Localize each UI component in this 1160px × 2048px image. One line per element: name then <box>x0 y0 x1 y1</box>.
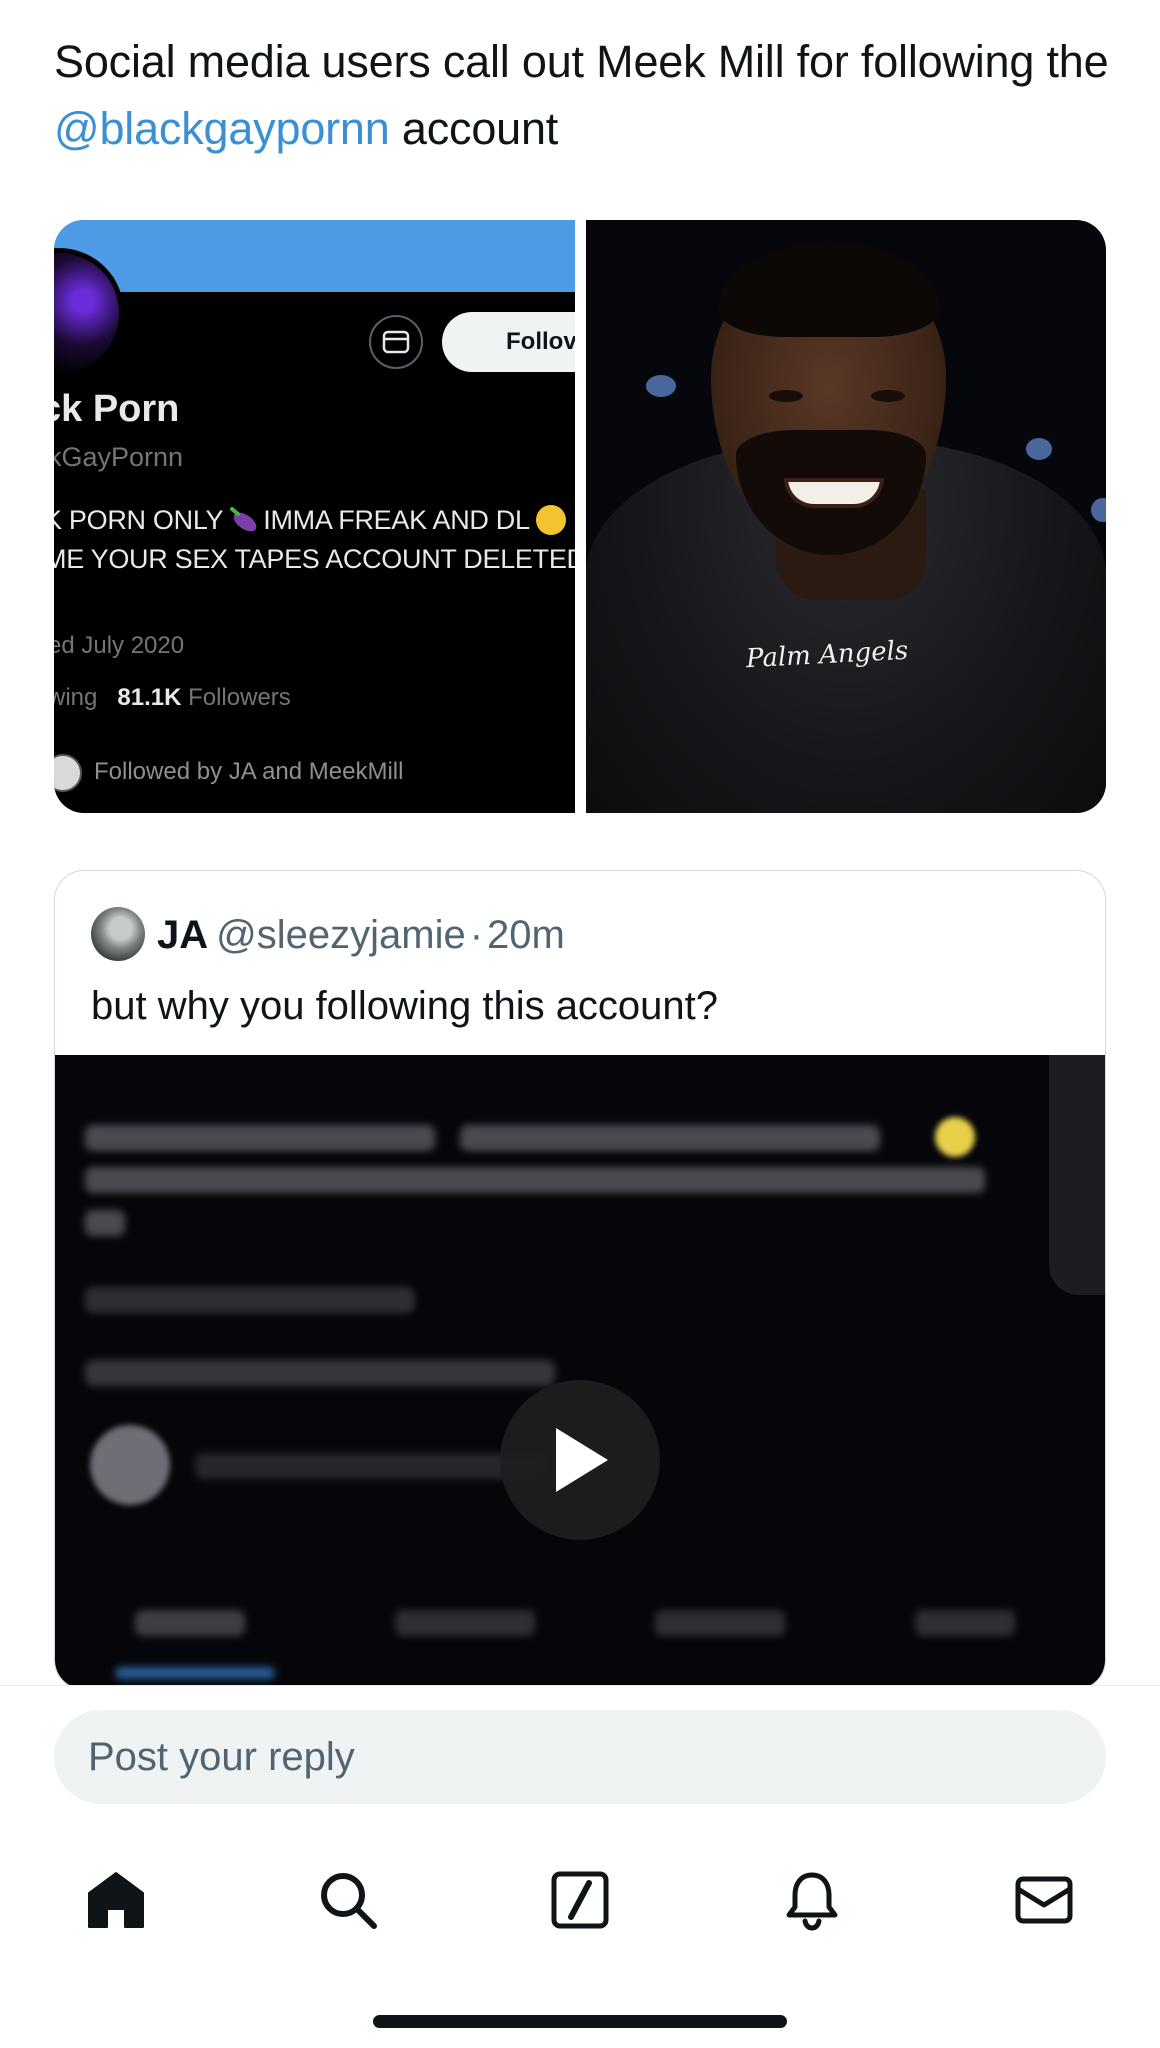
message-button <box>369 315 423 369</box>
quoted-author-name: JA <box>157 913 209 957</box>
bell-icon <box>786 1872 838 1931</box>
blurred-text <box>460 1125 880 1151</box>
eggplant-emoji-icon <box>230 507 257 532</box>
following-label: wing <box>54 684 98 711</box>
bottom-nav <box>0 1820 1160 2048</box>
blurred-text <box>85 1167 985 1193</box>
blurred-text <box>85 1287 415 1313</box>
header-separator: · <box>469 913 484 957</box>
profile-bio-line-2: ME YOUR SEX TAPES ACCOUNT DELETED <box>54 544 575 574</box>
video-side-overlay <box>1049 1055 1105 1295</box>
blurred-text <box>135 1610 245 1636</box>
home-indicator <box>373 2015 787 2028</box>
play-button[interactable] <box>500 1380 660 1540</box>
bokeh-light <box>646 375 676 397</box>
followed-by-avatar <box>54 754 82 792</box>
profile-stats: wing 81.1K Followers <box>54 684 291 712</box>
mention-link[interactable]: @blackgaypornn <box>54 103 390 154</box>
blurred-text <box>85 1360 555 1386</box>
bokeh-light <box>1026 438 1052 460</box>
tweet-text-before: Social media users call out Meek Mill fo… <box>54 36 1109 87</box>
media-image-profile-screenshot[interactable]: Follov ck Porn kGayPornn K PORN ONLY IMMA… <box>54 220 575 813</box>
shushing-emoji-icon <box>535 505 566 535</box>
followers-label: Followers <box>188 684 291 711</box>
blurred-text <box>195 1453 545 1479</box>
blurred-tab-underline <box>115 1667 275 1679</box>
hair <box>718 242 940 337</box>
blurred-text <box>915 1610 1015 1636</box>
blurred-emoji <box>935 1117 975 1157</box>
quoted-tweet[interactable]: JA @sleezyjamie · 20m but why you following… <box>54 870 1106 1690</box>
quoted-video[interactable] <box>55 1055 1105 1689</box>
bokeh-light <box>1091 498 1106 522</box>
profile-joined-date: ed July 2020 <box>54 632 185 659</box>
blurred-avatar <box>90 1425 170 1505</box>
nav-home[interactable] <box>78 1862 154 1938</box>
follow-button: Follov <box>442 312 575 372</box>
compose-icon <box>551 1871 609 1929</box>
mail-icon <box>382 330 410 354</box>
nav-search[interactable] <box>310 1862 386 1938</box>
quoted-author-handle: @sleezyjamie <box>216 913 466 957</box>
media-image-photo[interactable]: Palm Angels <box>586 220 1106 813</box>
reply-bar <box>0 1685 1160 1821</box>
profile-banner <box>54 220 575 292</box>
bio-text-b: IMMA FREAK AND DL <box>263 505 530 535</box>
home-icon <box>88 1872 144 1928</box>
avatar[interactable] <box>91 907 145 961</box>
media-grid: Follov ck Porn kGayPornn K PORN ONLY IMMA… <box>54 220 1106 813</box>
blurred-text <box>655 1610 785 1636</box>
profile-bio-line-1: K PORN ONLY IMMA FREAK AND DL <box>54 505 566 536</box>
quoted-tweet-text: but why you following this account? <box>91 984 719 1028</box>
play-icon <box>556 1428 608 1492</box>
blurred-text <box>85 1210 125 1236</box>
nav-notifications[interactable] <box>774 1862 850 1938</box>
right-eye <box>871 390 905 402</box>
followers-count: 81.1K <box>117 684 182 711</box>
nav-compose[interactable] <box>542 1862 618 1938</box>
blurred-text <box>85 1125 435 1151</box>
tweet-text: Social media users call out Meek Mill fo… <box>54 28 1114 162</box>
search-icon <box>321 1873 377 1929</box>
quoted-tweet-header: JA @sleezyjamie · 20m <box>157 909 565 961</box>
smile <box>784 478 884 508</box>
profile-name: ck Porn <box>54 388 180 430</box>
bio-text-a: K PORN ONLY <box>54 505 224 535</box>
mail-icon <box>1015 1876 1073 1924</box>
nav-messages[interactable] <box>1006 1862 1082 1938</box>
profile-handle: kGayPornn <box>54 442 184 472</box>
tweet-text-after: account <box>389 103 559 154</box>
left-eye <box>769 390 803 402</box>
quoted-timestamp: 20m <box>487 913 565 957</box>
reply-input[interactable] <box>54 1710 1106 1804</box>
followed-by-text: Followed by JA and MeekMill <box>94 758 404 785</box>
blurred-text <box>395 1610 535 1636</box>
